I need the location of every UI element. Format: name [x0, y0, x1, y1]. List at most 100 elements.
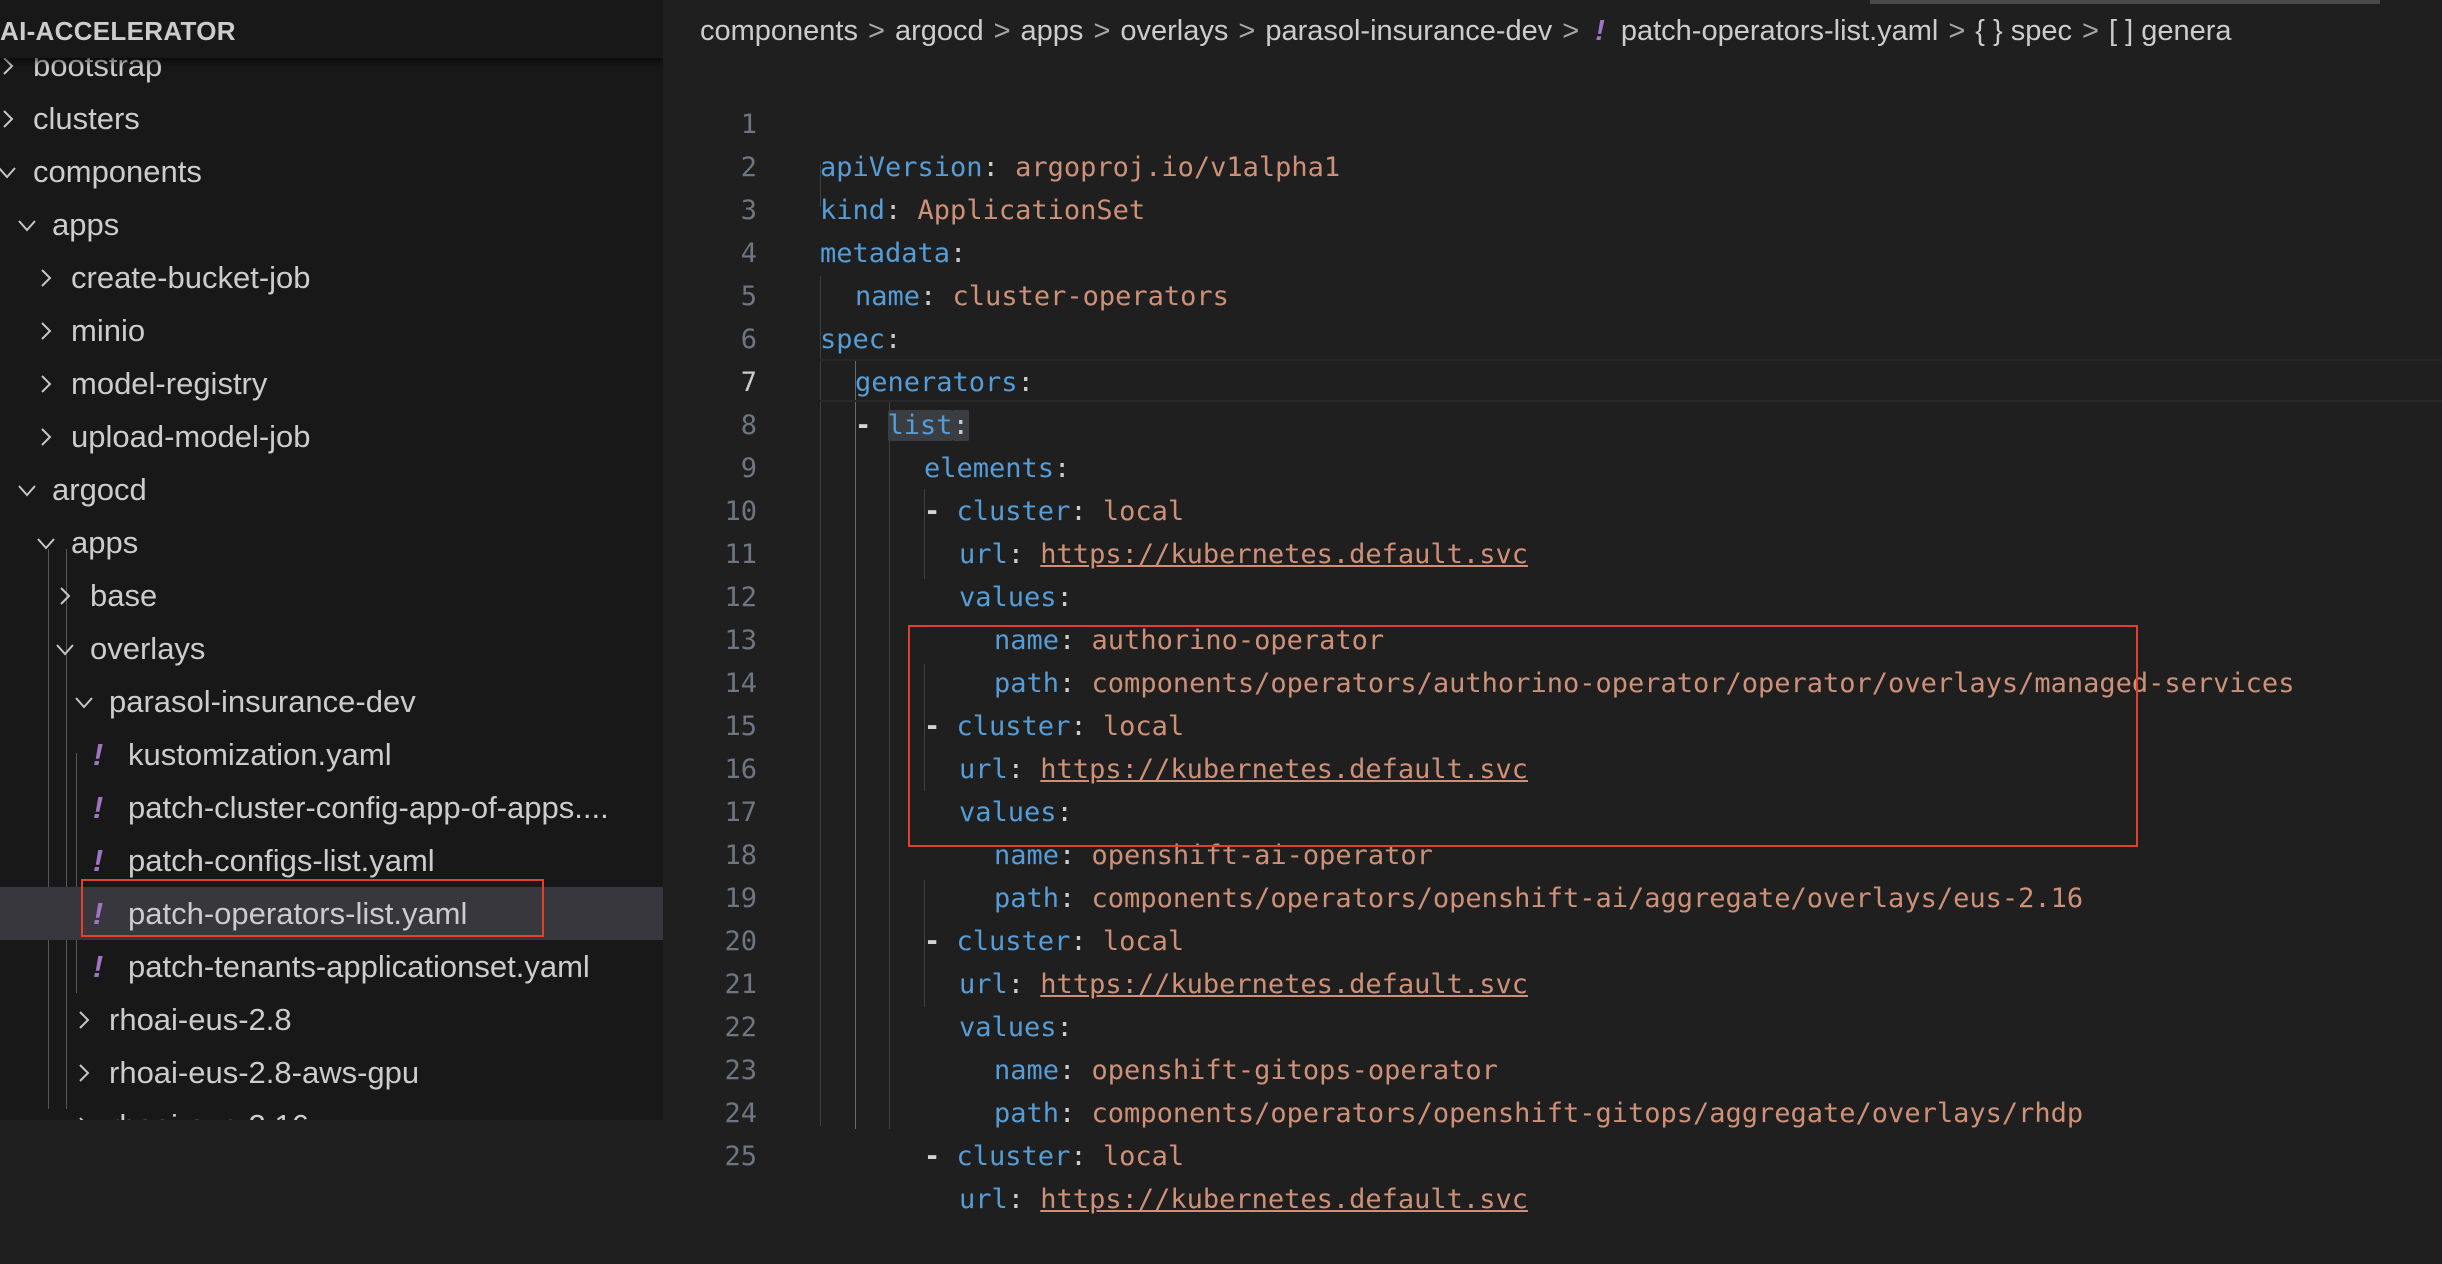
chevron-right-icon: > — [2082, 15, 2099, 47]
tree-item-model-registry[interactable]: model-registry — [0, 357, 663, 410]
chevron-down-icon — [14, 198, 36, 251]
code-line: 17 name: openshift-ai-operator — [663, 748, 2442, 871]
yaml-file-icon: ! — [92, 896, 104, 931]
breadcrumb-item[interactable]: patch-operators-list.yaml — [1621, 0, 1939, 60]
breadcrumb-item[interactable]: [ ] genera — [2109, 0, 2232, 60]
tree-item-label: rhoai-eus-2.16 — [109, 1099, 309, 1120]
yaml-file-icon: ! — [92, 949, 104, 984]
tree-item-upload-model-job[interactable]: upload-model-job — [0, 410, 663, 463]
chevron-right-icon — [36, 251, 58, 304]
chevron-right-icon: > — [993, 15, 1011, 47]
breadcrumb-item[interactable]: { } spec — [1975, 0, 2072, 60]
tree-item-minio[interactable]: minio — [0, 304, 663, 357]
code-line: 15 url: https://kubernetes.default.svc — [663, 662, 2442, 785]
tree-item-base[interactable]: base — [0, 569, 663, 622]
chevron-down-icon — [33, 516, 55, 569]
tree-item-patch-tenants-applicationset[interactable]: ! patch-tenants-applicationset.yaml — [0, 940, 663, 993]
code-line: 10 url: https://kubernetes.default.svc — [663, 447, 2442, 570]
chevron-right-icon — [55, 569, 77, 622]
yaml-file-icon: ! — [1595, 15, 1605, 47]
tree-item-label: overlays — [90, 631, 206, 666]
yaml-file-icon: ! — [92, 790, 104, 825]
list-dash: - — [924, 1141, 941, 1172]
tree-item-label: clusters — [33, 101, 140, 136]
chevron-down-icon — [0, 145, 16, 198]
scrollbar-thumb[interactable] — [1870, 0, 2380, 4]
tree-item-label: argocd — [52, 472, 147, 507]
tree-item-label: minio — [71, 313, 146, 348]
file-tree: bootstrap clusters components apps creat… — [0, 39, 663, 1120]
breadcrumb-item[interactable]: apps — [1021, 0, 1084, 60]
code-line: 9 - cluster: local — [663, 404, 2442, 527]
chevron-right-icon — [0, 92, 20, 145]
chevron-right-icon — [36, 357, 58, 410]
code-line: 11 values: — [663, 490, 2442, 613]
chevron-down-icon — [14, 463, 36, 516]
yaml-key: cluster — [956, 1141, 1071, 1172]
tree-item-create-bucket-job[interactable]: create-bucket-job — [0, 251, 663, 304]
tree-item-components[interactable]: components — [0, 145, 663, 198]
tree-item-label: kustomization.yaml — [128, 737, 392, 772]
tree-item-label: parasol-insurance-dev — [109, 684, 416, 719]
code-editor[interactable]: 1 apiVersion: argoproj.io/v1alpha1 2 kin… — [663, 60, 2442, 1215]
tree-item-label: patch-operators-list.yaml — [128, 896, 468, 931]
code-line: 1 apiVersion: argoproj.io/v1alpha1 — [663, 60, 2442, 183]
explorer-sidebar: bootstrap clusters components apps creat… — [0, 0, 663, 1120]
code-line: 19 - cluster: local — [663, 834, 2442, 957]
code-line: 5 spec: — [663, 232, 2442, 355]
tree-item-apps[interactable]: apps — [0, 198, 663, 251]
code-line: 12 name: authorino-operator — [663, 533, 2442, 656]
code-line: 23 path: components/operators/openshift-… — [663, 1006, 2442, 1129]
tree-item-label: rhoai-eus-2.8 — [109, 1002, 292, 1037]
chevron-right-icon — [74, 1046, 96, 1099]
chevron-right-icon — [74, 1099, 96, 1120]
code-line: 21 values: — [663, 920, 2442, 1043]
chevron-down-icon — [52, 622, 74, 675]
tree-item-rhoai-eus-2-16[interactable]: rhoai-eus-2.16 — [0, 1099, 663, 1120]
code-line: 24 - cluster: local — [663, 1049, 2442, 1172]
chevron-right-icon — [74, 993, 96, 1046]
code-line: 25 url: https://kubernetes.default.svc — [663, 1092, 2442, 1215]
tree-item-label: base — [90, 578, 158, 613]
chevron-right-icon: > — [868, 15, 885, 47]
tree-item-argocd[interactable]: argocd — [0, 463, 663, 516]
code-line: 18 path: components/operators/openshift-… — [663, 791, 2442, 914]
tree-item-overlays[interactable]: overlays — [0, 622, 663, 675]
url-link[interactable]: https://kubernetes.default.svc — [1040, 1184, 1528, 1215]
chevron-right-icon: > — [1093, 15, 1111, 47]
yaml-key: url — [959, 1184, 1008, 1215]
code-line: 22 name: openshift-gitops-operator — [663, 963, 2442, 1086]
tree-item-label: apps — [71, 525, 139, 560]
code-line: 20 url: https://kubernetes.default.svc — [663, 877, 2442, 1000]
tree-item-label: patch-configs-list.yaml — [128, 843, 435, 878]
code-line: 6 generators: — [663, 275, 2442, 398]
tree-item-label: patch-cluster-config-app-of-apps.... — [128, 790, 609, 825]
tree-item-parasol-insurance-dev[interactable]: parasol-insurance-dev — [0, 675, 663, 728]
tree-item-kustomization[interactable]: ! kustomization.yaml — [0, 728, 663, 781]
chevron-right-icon: > — [1948, 15, 1966, 47]
code-line: 13 path: components/operators/authorino-… — [663, 576, 2442, 699]
code-line: 14 - cluster: local — [663, 619, 2442, 742]
code-line: 8 elements: — [663, 361, 2442, 484]
breadcrumb-item[interactable]: overlays — [1120, 0, 1228, 60]
tree-item-label: patch-tenants-applicationset.yaml — [128, 949, 590, 984]
breadcrumb-item[interactable]: components — [700, 0, 858, 60]
tree-item-patch-configs-list[interactable]: ! patch-configs-list.yaml — [0, 834, 663, 887]
breadcrumb-item[interactable]: argocd — [895, 0, 984, 60]
tree-item-argocd-apps[interactable]: apps — [0, 516, 663, 569]
code-line: 16 values: — [663, 705, 2442, 828]
code-line: 4 name: cluster-operators — [663, 189, 2442, 312]
code-line: 3 metadata: — [663, 146, 2442, 269]
tree-item-clusters[interactable]: clusters — [0, 92, 663, 145]
chevron-right-icon: > — [1562, 15, 1580, 47]
tree-item-rhoai-eus-2-8[interactable]: rhoai-eus-2.8 — [0, 993, 663, 1046]
tree-item-label: upload-model-job — [71, 419, 311, 454]
breadcrumb-item[interactable]: parasol-insurance-dev — [1265, 0, 1552, 60]
tree-item-patch-cluster-config[interactable]: ! patch-cluster-config-app-of-apps.... — [0, 781, 663, 834]
tree-item-rhoai-eus-2-8-aws-gpu[interactable]: rhoai-eus-2.8-aws-gpu — [0, 1046, 663, 1099]
yaml-file-icon: ! — [92, 843, 104, 878]
tree-item-patch-operators-list[interactable]: ! patch-operators-list.yaml — [0, 887, 663, 940]
line-number: 25 — [724, 1141, 757, 1172]
code-line: 7 - list: — [663, 318, 2442, 441]
tree-item-label: model-registry — [71, 366, 268, 401]
